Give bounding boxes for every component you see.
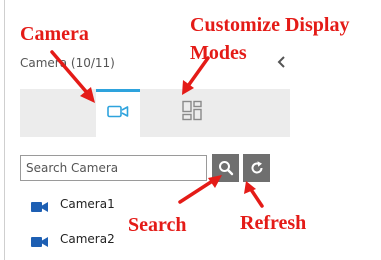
refresh-button[interactable]: [243, 154, 270, 182]
refresh-annotation-arrow: [248, 186, 264, 208]
display-tabs: [20, 89, 290, 137]
search-annotation-arrow: [178, 178, 216, 204]
tab-camera[interactable]: [96, 89, 140, 137]
annotation-refresh: Refresh: [240, 212, 307, 234]
camera-label: Camera1: [60, 197, 115, 211]
camera-icon: [107, 104, 129, 123]
collapse-button[interactable]: [275, 53, 289, 71]
refresh-icon: [251, 161, 263, 174]
camera-list-item[interactable]: Camera1: [31, 194, 141, 214]
chevron-left-icon: [277, 56, 285, 68]
search-camera-input[interactable]: [20, 155, 207, 181]
panel-header: Camera (10/11): [20, 50, 290, 76]
search-button[interactable]: [212, 154, 239, 182]
tab-customize-display-modes[interactable]: [170, 89, 214, 137]
annotation-camera: Camera: [20, 23, 89, 45]
camera-icon: [31, 234, 49, 252]
magnifier-icon: [218, 161, 233, 176]
panel-left-border: [4, 0, 5, 260]
layout-grid-icon: [182, 100, 202, 126]
annotation-modes: Modes: [190, 42, 247, 64]
camera-icon: [31, 199, 49, 217]
annotation-customize-display: Customize Display: [190, 14, 350, 36]
camera-label: Camera2: [60, 232, 115, 246]
annotation-search: Search: [128, 214, 187, 236]
panel-title: Camera (10/11): [20, 56, 115, 70]
camera-list-item[interactable]: Camera2: [31, 229, 141, 249]
